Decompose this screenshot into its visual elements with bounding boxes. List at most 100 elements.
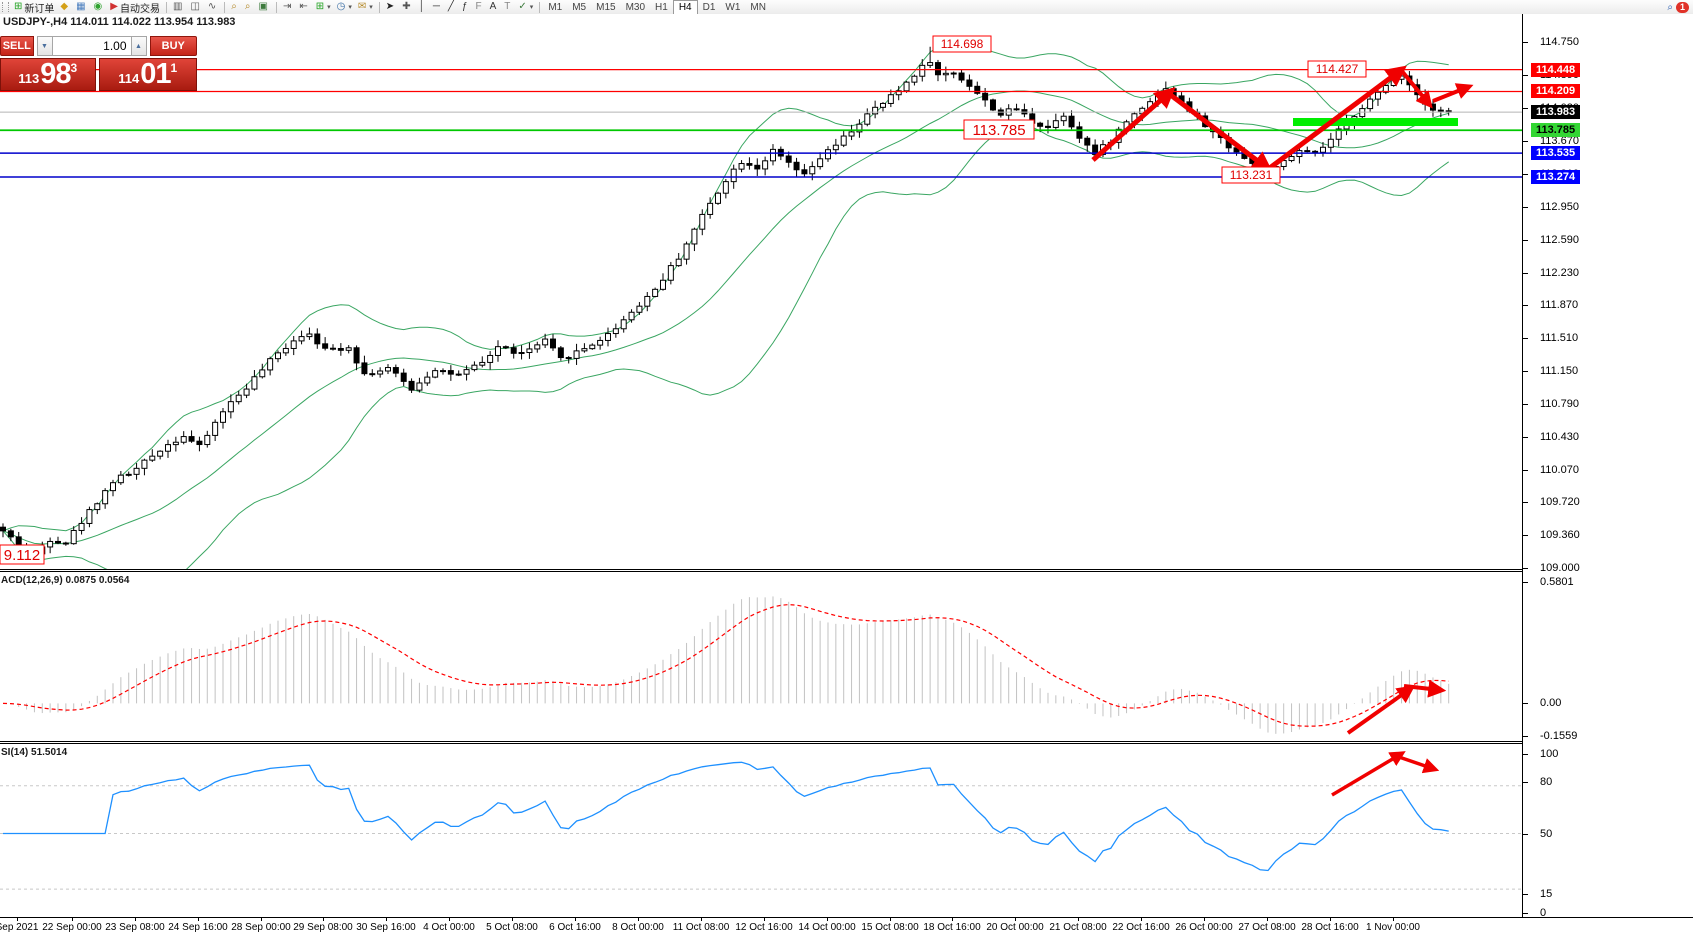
cursor-icon[interactable]: ➤ (383, 1, 399, 14)
fibonacci-icon[interactable]: ƒ (459, 1, 473, 14)
timeframe-button-m5[interactable]: M5 (567, 1, 591, 14)
toolbar-separator (539, 2, 540, 13)
auto-scroll-icon: ⇥ (283, 1, 291, 13)
candle-body (700, 214, 705, 229)
price-axis[interactable]: 114.750114.390114.030113.670113.310112.9… (1523, 14, 1693, 917)
market-watch-icon[interactable]: ◆ (57, 1, 73, 14)
tile-windows-icon[interactable]: ▣ (256, 1, 273, 14)
candle-body (456, 374, 461, 375)
price-annotation-label[interactable]: 114.427 (1308, 61, 1366, 77)
tick-mark (1523, 703, 1528, 704)
support-zone-highlight[interactable] (1293, 118, 1458, 126)
ask-price[interactable]: 114 01 1 (99, 58, 197, 91)
tick-mark (1523, 108, 1528, 109)
price-tag: 113.785 (1531, 123, 1580, 137)
price-annotation-label[interactable]: 113.785 (964, 120, 1034, 139)
arrows-tool-icon[interactable]: ✓▾ (515, 1, 536, 14)
chart-shift-icon[interactable]: ⇤ (296, 1, 312, 14)
price-annotation-label[interactable]: 9.112 (0, 545, 44, 564)
price-tag: 114.209 (1531, 84, 1580, 98)
buy-button[interactable]: BUY (150, 36, 198, 56)
market-watch-icon: ◆ (60, 1, 68, 13)
candlestick-chart-icon[interactable]: ◫ (187, 1, 204, 14)
candle-body (1069, 116, 1074, 127)
time-axis-label: 12 Oct 16:00 (735, 922, 792, 933)
timeframe-button-mn[interactable]: MN (745, 1, 771, 14)
auto-scroll-icon[interactable]: ⇥ (280, 1, 296, 14)
bid-price[interactable]: 113 98 3 (0, 58, 96, 91)
chart-panel: 114.698 114.427 113.785 113.231 9.112 114.75… (0, 14, 1693, 935)
label-icon[interactable]: T (501, 1, 515, 14)
signals-icon[interactable]: ◉ (91, 1, 108, 14)
timeframe-button-m15[interactable]: M15 (591, 1, 620, 14)
volume-decrease-stepper[interactable]: ▼ (37, 36, 53, 56)
time-axis-tick (764, 918, 765, 921)
candle-body (645, 296, 650, 306)
autotrading-button[interactable]: ▶自动交易 (107, 1, 163, 14)
main-chart[interactable]: 114.698 114.427 113.785 113.231 9.112 (0, 14, 1522, 569)
timeframe-button-w1[interactable]: W1 (720, 1, 745, 14)
notifications-icon[interactable]: 1 (1676, 2, 1689, 13)
candle-body (8, 531, 13, 537)
trend-arrow[interactable] (1332, 754, 1401, 795)
timeframe-button-d1[interactable]: D1 (698, 1, 721, 14)
horizontal-line-icon[interactable]: ─ (430, 1, 445, 14)
chart-symbol-header: USDJPY-,H4 114.011 114.022 113.954 113.9… (3, 16, 235, 28)
ask-big-figure: 114 (118, 71, 139, 86)
candle-body (794, 162, 799, 169)
rsi-panel[interactable] (0, 744, 1522, 917)
new-order-button[interactable]: ⊞新订单 (11, 1, 57, 14)
sell-button[interactable]: SELL (0, 36, 34, 56)
macd-panel[interactable] (0, 572, 1522, 741)
time-axis[interactable]: Sep 202122 Sep 00:0023 Sep 08:0024 Sep 1… (0, 917, 1693, 935)
candle-body (1438, 110, 1443, 111)
chart-shift-icon: ⇤ (299, 1, 307, 13)
trend-arrow[interactable] (1348, 689, 1410, 733)
volume-increase-stepper[interactable]: ▲ (131, 36, 147, 56)
zoom-in-icon[interactable]: ⌕ (228, 1, 242, 14)
candle-body (87, 510, 92, 524)
tick-mark (1523, 141, 1528, 142)
candle-body (951, 73, 956, 74)
periods-icon[interactable]: ◷▾ (334, 1, 355, 14)
line-chart-icon[interactable]: ∿ (205, 1, 221, 14)
fibo-lines-icon[interactable]: F (473, 1, 487, 14)
price-annotation-label[interactable]: 113.231 (1222, 167, 1280, 183)
search-icon[interactable]: ⌕ (1664, 1, 1676, 14)
panel-separator[interactable] (0, 569, 1693, 570)
timeframe-button-m1[interactable]: M1 (543, 1, 567, 14)
indicators-icon[interactable]: ⊞▾ (313, 1, 334, 14)
candle-body (1053, 121, 1058, 128)
macd-histogram (3, 596, 1449, 733)
trendline-icon[interactable]: ╱ (445, 1, 459, 14)
panel-separator[interactable] (0, 741, 1693, 742)
bar-chart-icon[interactable]: ▥ (170, 1, 187, 14)
time-axis-label: 23 Sep 08:00 (105, 922, 165, 933)
trend-arrow[interactable] (1433, 87, 1468, 101)
time-axis-tick (890, 918, 891, 921)
timeframe-button-h4[interactable]: H4 (673, 0, 698, 15)
zoom-out-icon[interactable]: ⌕ (242, 1, 256, 14)
tick-mark (1523, 240, 1528, 241)
templates-icon[interactable]: ✉▾ (355, 1, 376, 14)
vertical-line-icon[interactable]: │ (416, 1, 430, 14)
price-tick-label: 114.750 (1540, 36, 1579, 48)
candle-body (189, 437, 194, 442)
crosshair-icon[interactable]: ✚ (399, 1, 415, 14)
timeframe-button-m30[interactable]: M30 (621, 1, 650, 14)
candle-body (79, 523, 84, 530)
price-annotation-label[interactable]: 114.698 (933, 36, 991, 52)
trend-arrow[interactable] (1093, 92, 1170, 160)
data-window-icon[interactable]: ▦ (73, 1, 90, 14)
trend-arrow[interactable] (1401, 70, 1429, 104)
trendline-icon: ╱ (448, 1, 454, 13)
candle-body (1368, 99, 1373, 108)
tick-mark (1523, 470, 1528, 471)
candle-body (71, 530, 76, 543)
text-icon[interactable]: A (487, 1, 502, 14)
timeframe-button-h1[interactable]: H1 (650, 1, 673, 14)
volume-input[interactable] (53, 36, 131, 56)
trend-arrow[interactable] (1399, 757, 1434, 769)
toolbar-separator (224, 2, 225, 13)
candle-body (598, 340, 603, 345)
